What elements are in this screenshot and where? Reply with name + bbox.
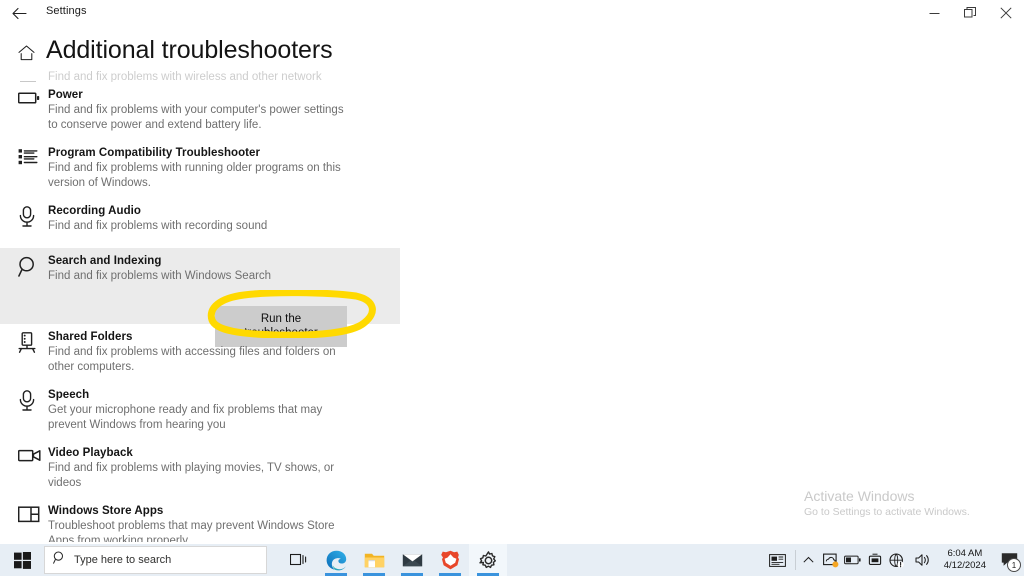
- title-bar: Settings: [0, 0, 1024, 26]
- tray-divider: [794, 550, 796, 570]
- brave-browser-icon[interactable]: [431, 544, 469, 576]
- troubleshooter-item-body: Program Compatibility Troubleshooter Find…: [0, 140, 400, 198]
- battery-icon: [18, 90, 40, 112]
- home-icon[interactable]: [18, 45, 35, 66]
- troubleshooter-item-body: Video Playback Find and fix problems with…: [0, 440, 400, 498]
- troubleshooter-item[interactable]: Video Playback Find and fix problems with…: [0, 440, 400, 498]
- list-icon: [18, 148, 40, 170]
- search-input[interactable]: Type here to search: [44, 546, 267, 574]
- troubleshooter-description: Find and fix problems with accessing fil…: [48, 346, 336, 373]
- search-placeholder: Type here to search: [74, 554, 172, 566]
- troubleshooter-title: Power: [48, 89, 83, 101]
- troubleshooter-item-body: Speech Get your microphone ready and fix …: [0, 382, 400, 440]
- troubleshooter-title: Video Playback: [48, 447, 133, 459]
- page-title: Additional troubleshooters: [46, 36, 333, 64]
- troubleshooter-item[interactable]: Search and Indexing Find and fix problems…: [0, 248, 400, 347]
- system-tray: 6:04 AM 4/12/2024 1: [763, 544, 1024, 576]
- action-center-icon[interactable]: 1: [994, 544, 1024, 576]
- taskbar-clock[interactable]: 6:04 AM 4/12/2024: [938, 544, 994, 576]
- troubleshooter-title: Search and Indexing: [48, 255, 162, 267]
- troubleshooter-title: Shared Folders: [48, 331, 133, 343]
- troubleshooter-description: Find and fix problems with wireless and …: [48, 71, 322, 82]
- task-view-icon[interactable]: [279, 544, 317, 576]
- troubleshooter-item[interactable]: Speech Get your microphone ready and fix …: [0, 382, 400, 440]
- restore-icon[interactable]: [952, 0, 988, 26]
- troubleshooter-title: Windows Store Apps: [48, 505, 164, 517]
- troubleshooter-description: Find and fix problems with Windows Searc…: [48, 270, 272, 282]
- troubleshooter-description: Find and fix problems with recording sou…: [48, 220, 268, 232]
- troubleshooter-item-body: Power Find and fix problems with your com…: [0, 82, 400, 140]
- troubleshooter-item-body: Recording Audio Find and fix problems wit…: [0, 198, 400, 248]
- page-header: Additional troubleshooters: [0, 36, 400, 70]
- edge-browser-icon[interactable]: [317, 544, 355, 576]
- troubleshooter-title: Speech: [48, 389, 90, 401]
- news-and-interests-icon[interactable]: [763, 544, 793, 576]
- activate-windows-watermark: Activate Windows Go to Settings to activ…: [804, 487, 1014, 520]
- volume-icon[interactable]: [908, 544, 938, 576]
- troubleshooter-description: Find and fix problems with playing movie…: [48, 462, 335, 489]
- minimize-icon[interactable]: [916, 0, 952, 26]
- mail-icon[interactable]: [393, 544, 431, 576]
- troubleshooter-item[interactable]: Shared Folders Find and fix problems with…: [0, 324, 400, 382]
- watermark-subtitle: Go to Settings to activate Windows.: [804, 506, 970, 518]
- troubleshooter-item-body: Search and Indexing Find and fix problems…: [0, 248, 400, 347]
- video-camera-icon: [18, 448, 41, 470]
- watermark-title: Activate Windows: [804, 488, 915, 504]
- window-title: Settings: [46, 5, 87, 17]
- onedrive-sync-icon[interactable]: [820, 544, 842, 576]
- window-controls: [916, 0, 1024, 26]
- troubleshooter-description: Get your microphone ready and fix proble…: [48, 404, 323, 431]
- remote-desktop-icon[interactable]: [864, 544, 886, 576]
- chevron-up-icon[interactable]: [798, 544, 820, 576]
- troubleshooter-item[interactable]: Recording Audio Find and fix problems wit…: [0, 198, 400, 248]
- screen: Settings Additional troubleshooters Find…: [0, 0, 1024, 576]
- troubleshooter-title: Program Compatibility Troubleshooter: [48, 147, 261, 159]
- troubleshooter-description: Troubleshoot problems that may prevent W…: [48, 520, 335, 542]
- troubleshooter-item[interactable]: Windows Store Apps Troubleshoot problems …: [0, 498, 400, 542]
- clock-date: 4/12/2024: [943, 560, 986, 571]
- troubleshooter-list[interactable]: Find and fix problems with wireless and …: [0, 64, 400, 542]
- windows-start-icon[interactable]: [0, 544, 44, 576]
- network-warning-icon[interactable]: [886, 544, 908, 576]
- search-icon: [18, 256, 40, 278]
- network-adapter-icon: [18, 72, 40, 82]
- search-icon: [53, 551, 66, 569]
- settings-window: Settings Additional troubleshooters Find…: [0, 0, 1024, 544]
- microphone-icon: [18, 206, 40, 228]
- close-icon[interactable]: [988, 0, 1024, 26]
- troubleshooter-item[interactable]: Power Find and fix problems with your com…: [0, 82, 400, 140]
- troubleshooter-item-body: Shared Folders Find and fix problems with…: [0, 324, 400, 382]
- server-icon: [18, 332, 40, 354]
- troubleshooter-title: Recording Audio: [48, 205, 141, 217]
- taskbar: Type here to search 6:04 AM 4/12/2024 1: [0, 544, 1024, 576]
- back-arrow-icon[interactable]: [6, 2, 32, 24]
- gear-icon[interactable]: [469, 544, 507, 576]
- troubleshooter-description: Find and fix problems with your computer…: [48, 104, 344, 131]
- troubleshooter-item-body: Windows Store Apps Troubleshoot problems …: [0, 498, 400, 542]
- battery-icon[interactable]: [842, 544, 864, 576]
- clock-time: 6:04 AM: [947, 548, 983, 559]
- troubleshooter-description: Find and fix problems with running older…: [48, 162, 341, 189]
- app-window-icon: [18, 506, 40, 528]
- notification-count-badge: 1: [1007, 558, 1021, 572]
- file-explorer-icon[interactable]: [355, 544, 393, 576]
- microphone-icon: [18, 390, 40, 412]
- troubleshooter-item[interactable]: Program Compatibility Troubleshooter Find…: [0, 140, 400, 198]
